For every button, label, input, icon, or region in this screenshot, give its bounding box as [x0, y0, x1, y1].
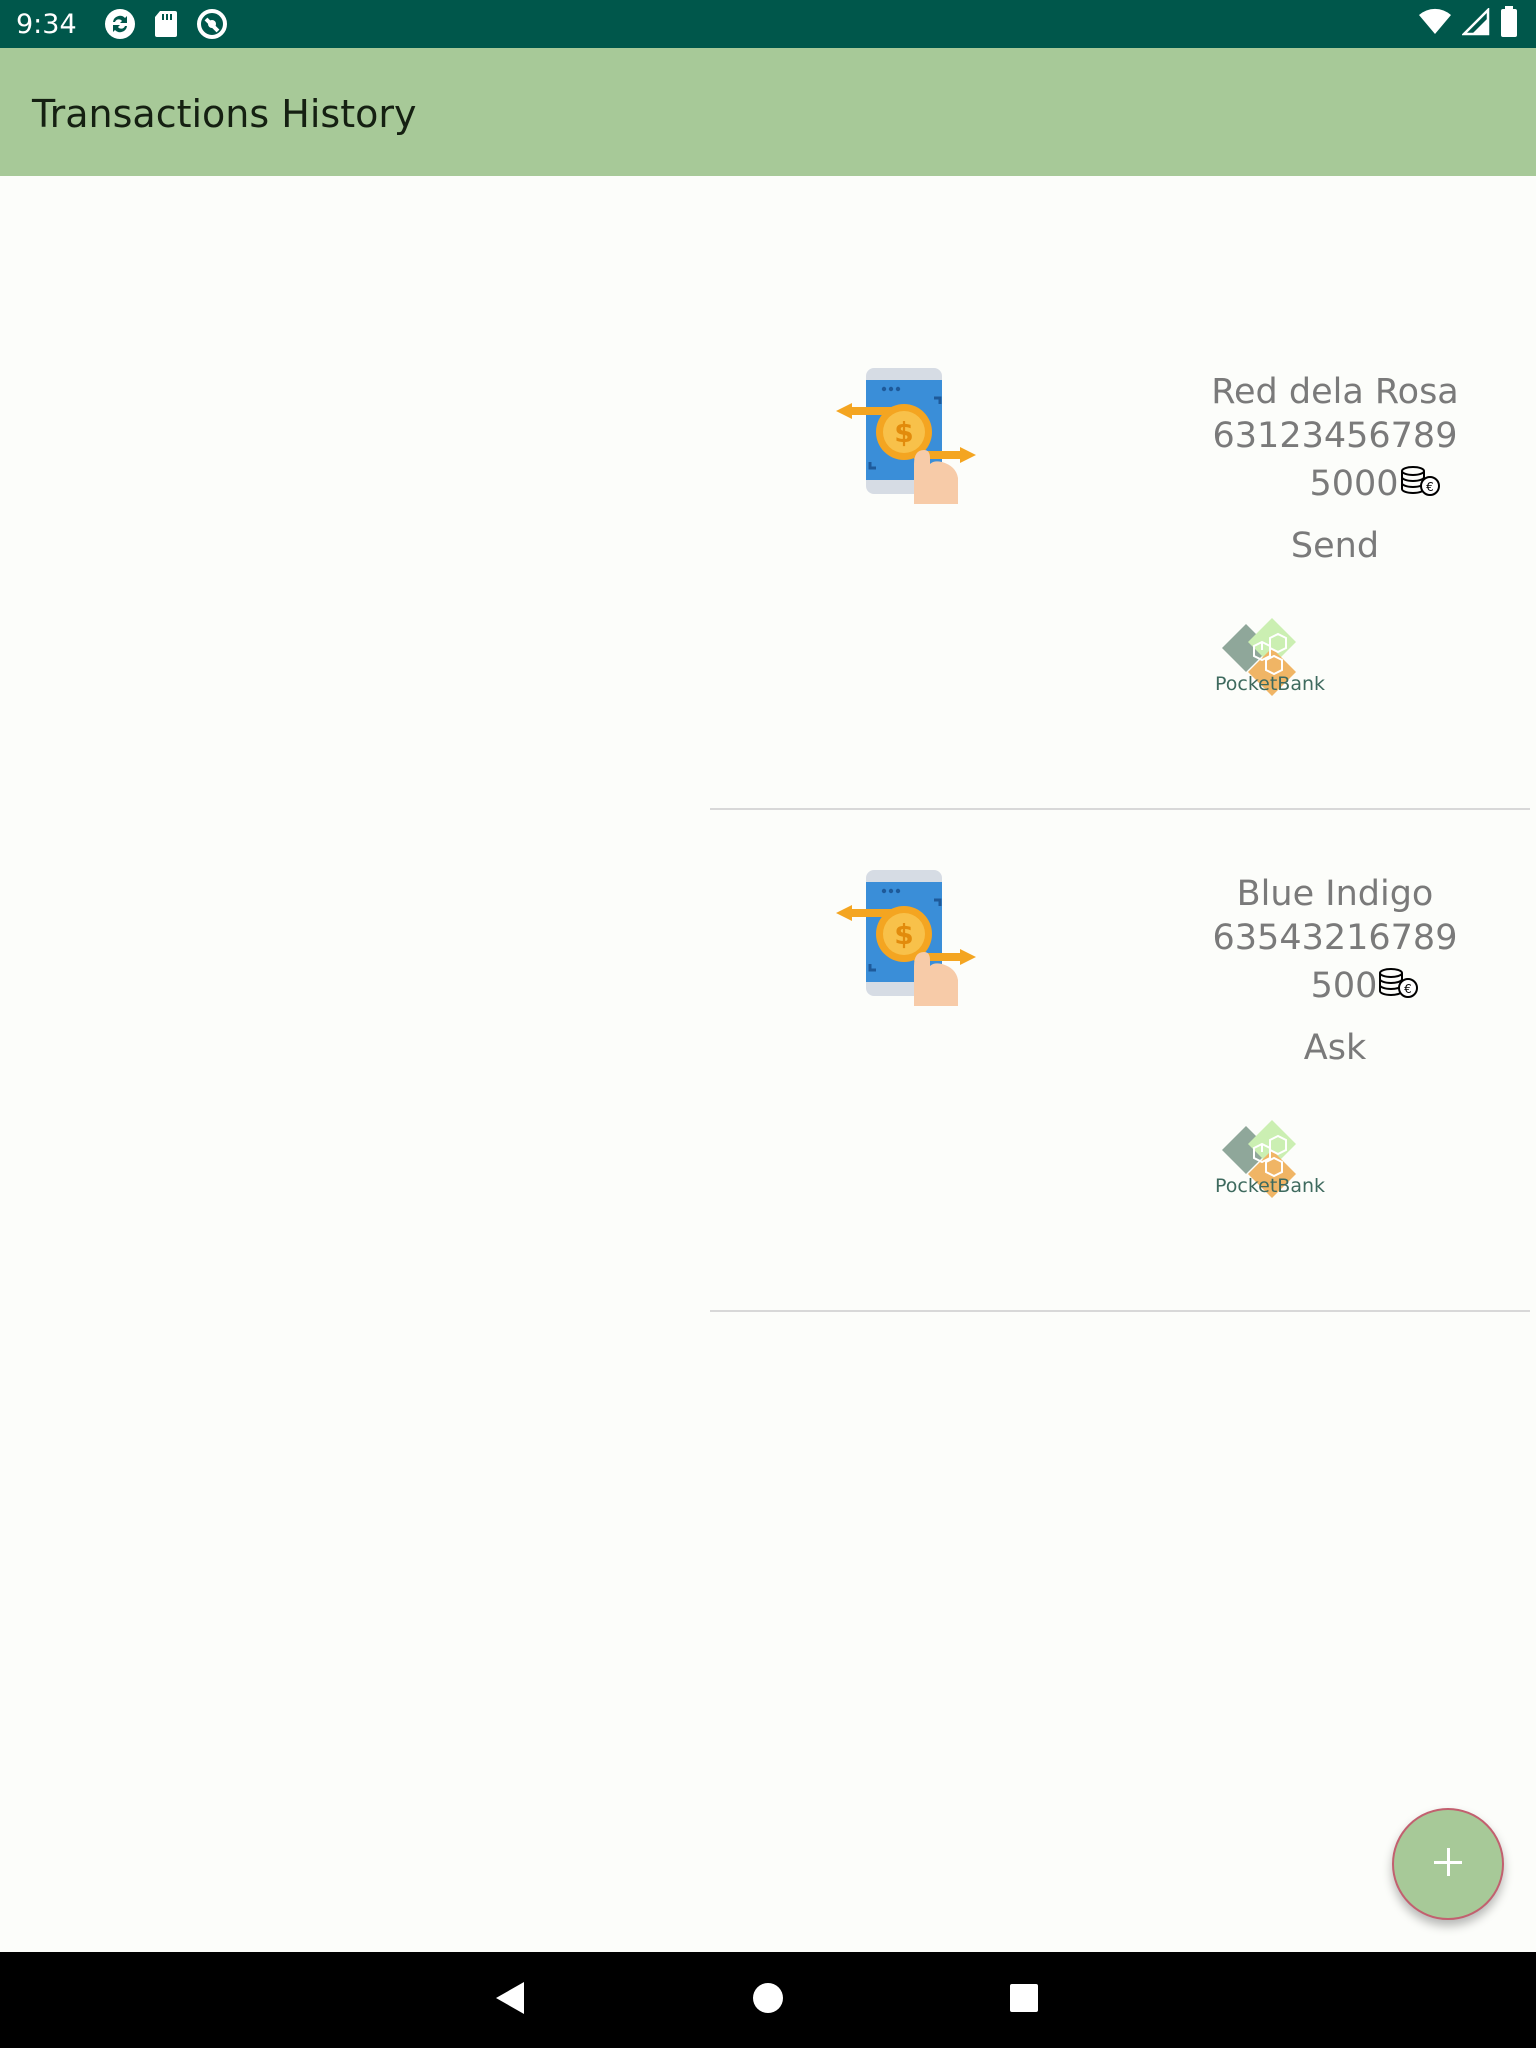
coins-icon: € — [1399, 465, 1441, 506]
home-button[interactable] — [720, 1952, 816, 2048]
amount-row: 5000 € — [1110, 464, 1536, 506]
status-bar: 9:34 — [0, 0, 1536, 48]
plus-icon — [1432, 1846, 1464, 1882]
transaction-type: Send — [1290, 526, 1380, 566]
recents-button[interactable] — [976, 1952, 1072, 2048]
coins-icon: € — [1377, 967, 1419, 1008]
pocketbank-logo: PocketBank — [1200, 1120, 1340, 1204]
svg-text:$: $ — [894, 918, 913, 951]
recipient-phone: 63123456789 — [1212, 416, 1458, 456]
money-transfer-icon: $ — [836, 868, 976, 1008]
cell-signal-icon — [1460, 6, 1490, 40]
recipient-name: Red dela Rosa — [1211, 372, 1459, 412]
back-button[interactable] — [462, 1952, 558, 2048]
page-title: Transactions History — [32, 92, 417, 136]
accessibility-icon — [195, 7, 229, 41]
navigation-bar — [0, 1952, 1536, 2048]
sync-icon — [103, 7, 137, 41]
recipient-name: Blue Indigo — [1236, 874, 1434, 914]
svg-text:€: € — [1426, 480, 1434, 494]
logo-text: PocketBank — [1215, 673, 1325, 695]
recents-icon — [1009, 1983, 1039, 2017]
amount-row: 500 € — [1110, 966, 1536, 1008]
transaction-amount: 5000 — [1309, 464, 1399, 504]
list-item[interactable]: $ Red dela Rosa 63123456789 5000 € Send — [710, 308, 1530, 810]
back-icon — [494, 1980, 526, 2020]
svg-text:€: € — [1405, 982, 1413, 996]
battery-icon — [1500, 6, 1518, 42]
status-time: 9:34 — [16, 8, 77, 40]
wifi-icon — [1418, 8, 1452, 40]
add-transaction-button[interactable] — [1392, 1808, 1504, 1920]
transaction-type: Ask — [1303, 1028, 1367, 1068]
sd-card-icon — [153, 9, 179, 39]
app-bar: Transactions History — [0, 48, 1536, 176]
recipient-phone: 63543216789 — [1212, 918, 1458, 958]
svg-text:$: $ — [894, 416, 913, 449]
logo-text: PocketBank — [1215, 1175, 1325, 1197]
transaction-amount: 500 — [1310, 966, 1378, 1006]
home-icon — [752, 1982, 784, 2018]
pocketbank-logo: PocketBank — [1200, 618, 1340, 702]
list-item[interactable]: $ Blue Indigo 63543216789 500 € Ask Pock… — [710, 810, 1530, 1312]
money-transfer-icon: $ — [836, 366, 976, 506]
